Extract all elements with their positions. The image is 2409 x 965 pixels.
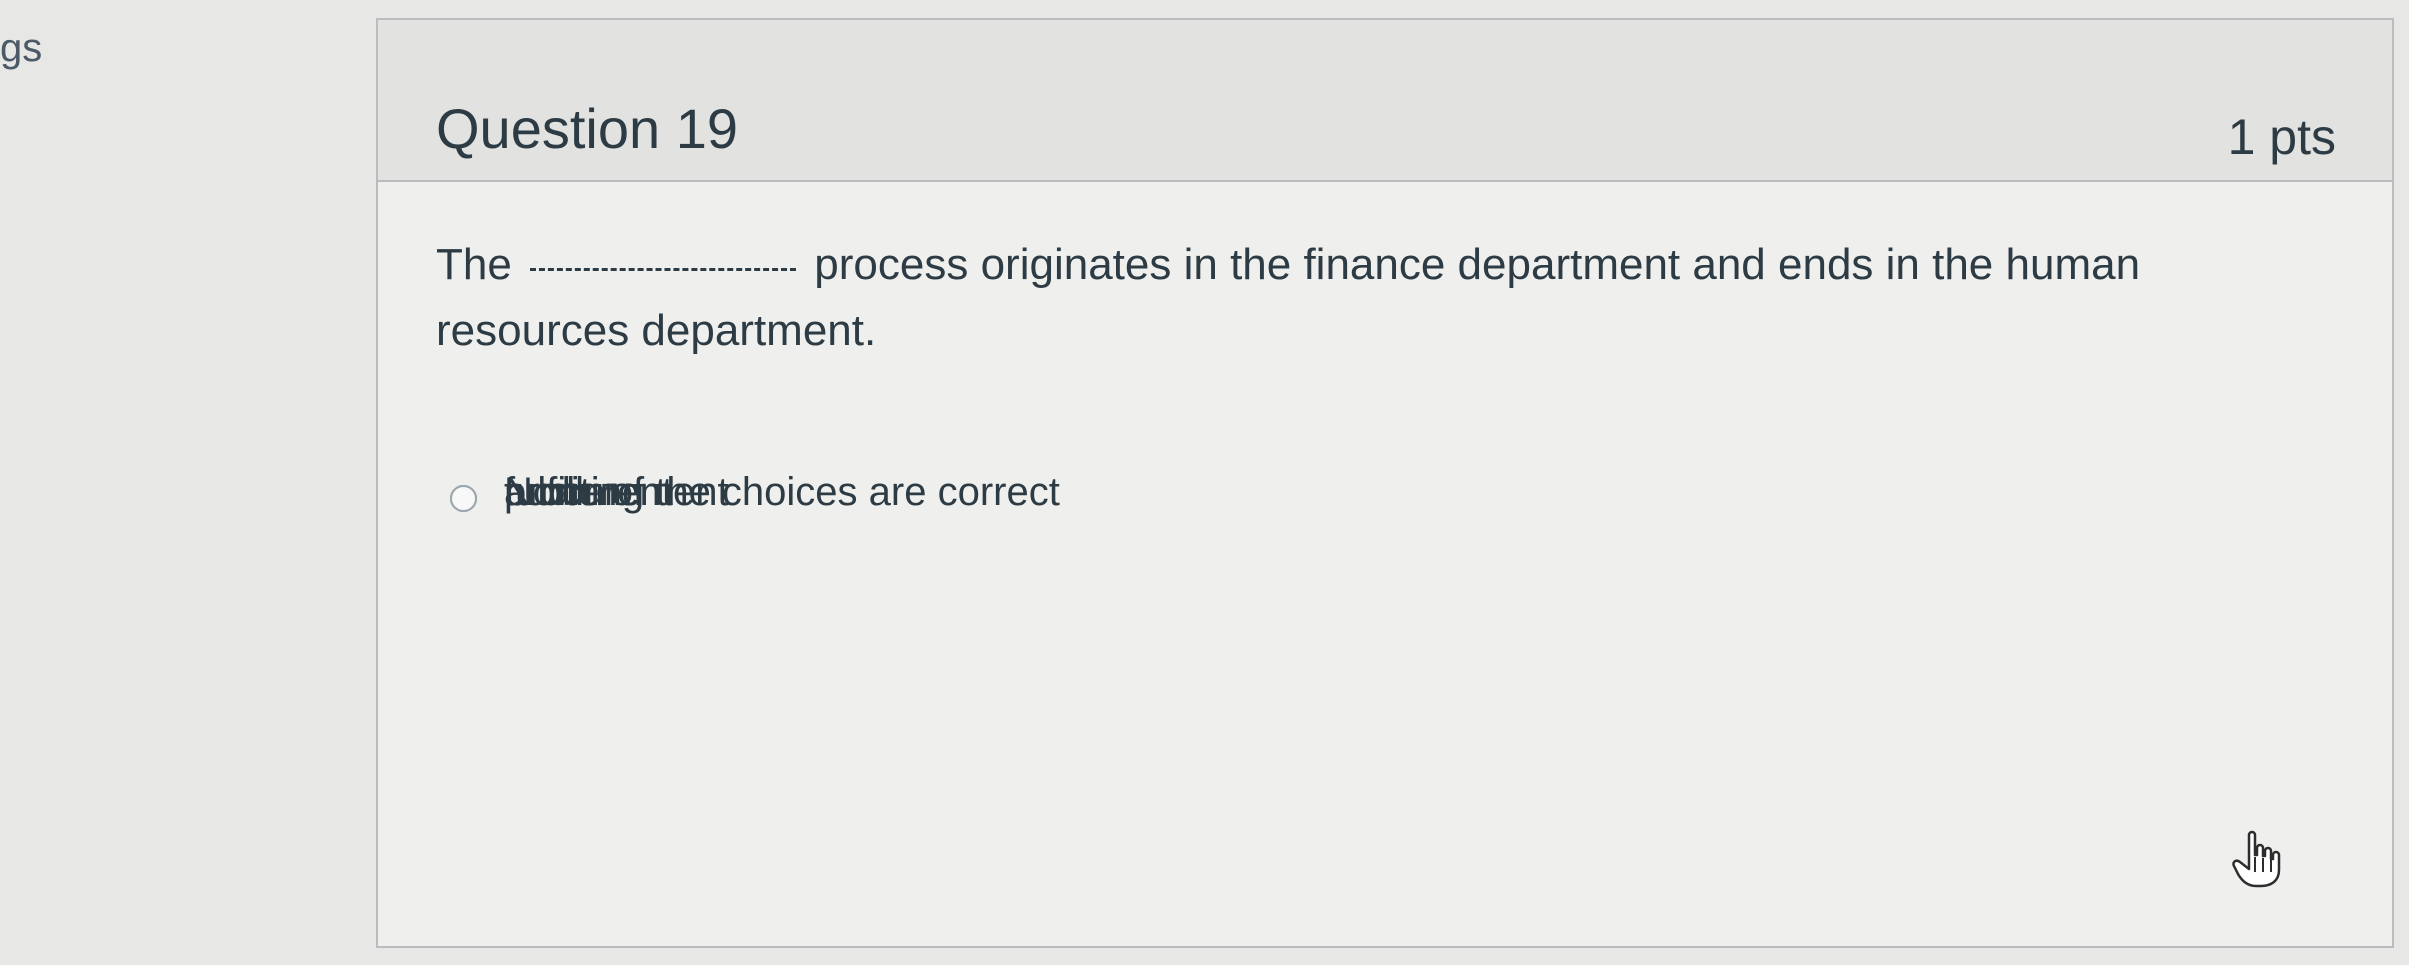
sidebar-partial-label: gs (0, 26, 43, 70)
fill-in-blank (530, 268, 797, 271)
hand-pointer-icon (2232, 830, 2281, 888)
question-text: The process originates in the finance de… (436, 232, 2236, 364)
question-header: Question 19 1 pts (378, 20, 2392, 182)
question-text-after-blank: process originates in the finance depart… (436, 240, 2141, 355)
question-text-before-blank: The (436, 240, 512, 289)
answer-label: None of the choices are correct (504, 470, 1060, 514)
question-points: 1 pts (2227, 109, 2336, 165)
question-title: Question 19 (436, 97, 738, 161)
question-card: Question 19 1 pts The process originates… (376, 18, 2394, 948)
radio-button[interactable] (450, 485, 477, 512)
